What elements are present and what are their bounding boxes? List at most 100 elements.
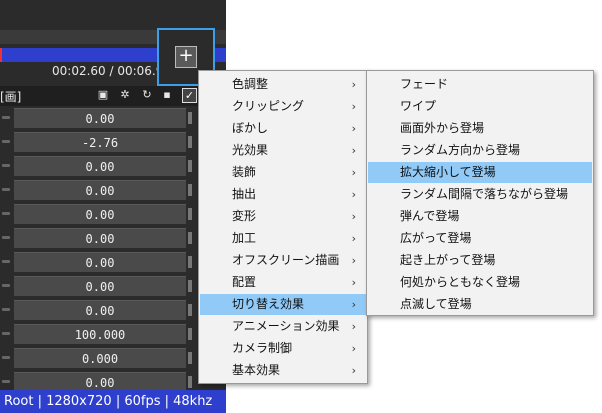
track-handle[interactable] — [188, 160, 192, 172]
track-handle[interactable] — [188, 328, 192, 340]
track-handle[interactable] — [188, 256, 192, 268]
loop-icon[interactable]: ↻ — [140, 88, 154, 102]
submenu-item[interactable]: 拡大縮小して登場 — [368, 162, 592, 183]
submenu-item[interactable]: 広がって登場 — [368, 228, 592, 249]
transition-effect-submenu: フェードワイプ画面外から登場ランダム方向から登場拡大縮小して登場ランダム間隔で落… — [366, 70, 594, 316]
status-bar: Root | 1280x720 | 60fps | 48khz — [0, 390, 226, 413]
param-value-field[interactable]: 0.00 — [14, 204, 186, 224]
menu-item-label: カメラ制御 — [232, 341, 293, 355]
param-value-field[interactable]: 0.00 — [14, 300, 186, 320]
drag-handle[interactable] — [2, 308, 10, 311]
track-handle[interactable] — [188, 184, 192, 196]
track-handle[interactable] — [188, 208, 192, 220]
submenu-item[interactable]: ワイプ — [368, 96, 592, 117]
track-handle[interactable] — [188, 352, 192, 364]
menu-item[interactable]: 変形 › — [200, 206, 366, 227]
playhead[interactable] — [0, 48, 2, 62]
menu-item-label: オフスクリーン描画 — [232, 253, 340, 267]
light-icon[interactable]: ✲ — [118, 88, 132, 102]
menu-item-label: 基本効果 — [232, 363, 281, 377]
submenu-item[interactable]: 弾んで登場 — [368, 206, 592, 227]
submenu-item[interactable]: ランダム方向から登場 — [368, 140, 592, 161]
drag-handle[interactable] — [2, 380, 10, 383]
menu-item[interactable]: 色調整 › — [200, 74, 366, 95]
drag-handle[interactable] — [2, 116, 10, 119]
menu-item[interactable]: 装飾 › — [200, 162, 366, 183]
track-handle[interactable] — [188, 280, 192, 292]
chevron-right-icon: › — [351, 144, 356, 157]
param-value-field[interactable]: 0.00 — [14, 180, 186, 200]
menu-item[interactable]: カメラ制御 › — [200, 338, 366, 359]
menu-item-label: ぼかし — [232, 121, 269, 135]
submenu-item[interactable]: ランダム間隔で落ちながら登場 — [368, 184, 592, 205]
chevron-right-icon: › — [351, 122, 356, 135]
drag-handle[interactable] — [2, 284, 10, 287]
menu-item-label: 変形 — [232, 209, 257, 223]
submenu-item[interactable]: フェード — [368, 74, 592, 95]
menu-item[interactable]: 配置 › — [200, 272, 366, 293]
time-display: 00:02.60 / 00:06.90 — [52, 64, 172, 78]
add-filter-button[interactable]: + — [175, 46, 197, 68]
chevron-right-icon: › — [351, 254, 356, 267]
camera-icon[interactable]: ▣ — [96, 88, 110, 102]
drag-handle[interactable] — [2, 212, 10, 215]
param-row: 0.00 — [0, 156, 226, 176]
menu-item[interactable]: 抽出 › — [200, 184, 366, 205]
submenu-item[interactable]: 点滅して登場 — [368, 294, 592, 315]
drag-handle[interactable] — [2, 356, 10, 359]
chevron-right-icon: › — [351, 276, 356, 289]
submenu-item[interactable]: 起き上がって登場 — [368, 250, 592, 271]
drag-handle[interactable] — [2, 164, 10, 167]
menu-item-label: 色調整 — [232, 77, 269, 91]
submenu-item-label: 画面外から登場 — [400, 121, 485, 135]
menu-item-label: クリッピング — [232, 99, 305, 113]
submenu-item-label: 拡大縮小して登場 — [400, 165, 496, 179]
param-value-field[interactable]: 0.00 — [14, 276, 186, 296]
param-value-field[interactable]: 0.00 — [14, 108, 186, 128]
param-row: 0.000 — [0, 348, 226, 368]
enable-checkbox[interactable]: ✓ — [182, 88, 197, 103]
drag-handle[interactable] — [2, 260, 10, 263]
param-value-field[interactable]: 0.00 — [14, 156, 186, 176]
menu-item[interactable]: クリッピング › — [200, 96, 366, 117]
object-header-label: [画] — [0, 90, 22, 104]
param-value-field[interactable]: 0.000 — [14, 348, 186, 368]
chevron-right-icon: › — [351, 298, 356, 311]
menu-item-label: 切り替え効果 — [232, 297, 305, 311]
param-row: 100.000 — [0, 324, 226, 344]
param-value-field[interactable]: 100.000 — [14, 324, 186, 344]
track-handle[interactable] — [188, 136, 192, 148]
menu-item[interactable]: 基本効果 › — [200, 360, 366, 381]
track-handle[interactable] — [188, 376, 192, 388]
drag-handle[interactable] — [2, 236, 10, 239]
menu-item[interactable]: 切り替え効果 › — [200, 294, 366, 315]
filter-category-menu: 色調整 › クリッピング › ぼかし › 光効果 › 装飾 › 抽出 › 変形 › 加工 › オフスクリーン描画… — [198, 70, 368, 384]
lock-icon[interactable]: ▪ — [160, 88, 174, 102]
submenu-item-label: ワイプ — [400, 99, 437, 113]
drag-handle[interactable] — [2, 188, 10, 191]
chevron-right-icon: › — [351, 364, 356, 377]
chevron-right-icon: › — [351, 210, 356, 223]
param-value-field[interactable]: -2.76 — [14, 132, 186, 152]
submenu-item-label: 弾んで登場 — [400, 209, 460, 223]
drag-handle[interactable] — [2, 140, 10, 143]
param-value-field[interactable]: 0.00 — [14, 252, 186, 272]
track-handle[interactable] — [188, 112, 192, 124]
submenu-item[interactable]: 何処からともなく登場 — [368, 272, 592, 293]
menu-item[interactable]: ぼかし › — [200, 118, 366, 139]
menu-item[interactable]: オフスクリーン描画 › — [200, 250, 366, 271]
param-row: 0.00 — [0, 228, 226, 248]
track-handle[interactable] — [188, 304, 192, 316]
param-value-field[interactable]: 0.00 — [14, 372, 186, 392]
param-row: 0.00 — [0, 252, 226, 272]
track-handle[interactable] — [188, 232, 192, 244]
param-value-field[interactable]: 0.00 — [14, 228, 186, 248]
menu-item-label: 抽出 — [232, 187, 257, 201]
menu-item[interactable]: 加工 › — [200, 228, 366, 249]
menu-item[interactable]: アニメーション効果 › — [200, 316, 366, 337]
param-row: 0.00 — [0, 108, 226, 128]
menu-item-label: 光効果 — [232, 143, 269, 157]
submenu-item[interactable]: 画面外から登場 — [368, 118, 592, 139]
drag-handle[interactable] — [2, 332, 10, 335]
menu-item[interactable]: 光効果 › — [200, 140, 366, 161]
